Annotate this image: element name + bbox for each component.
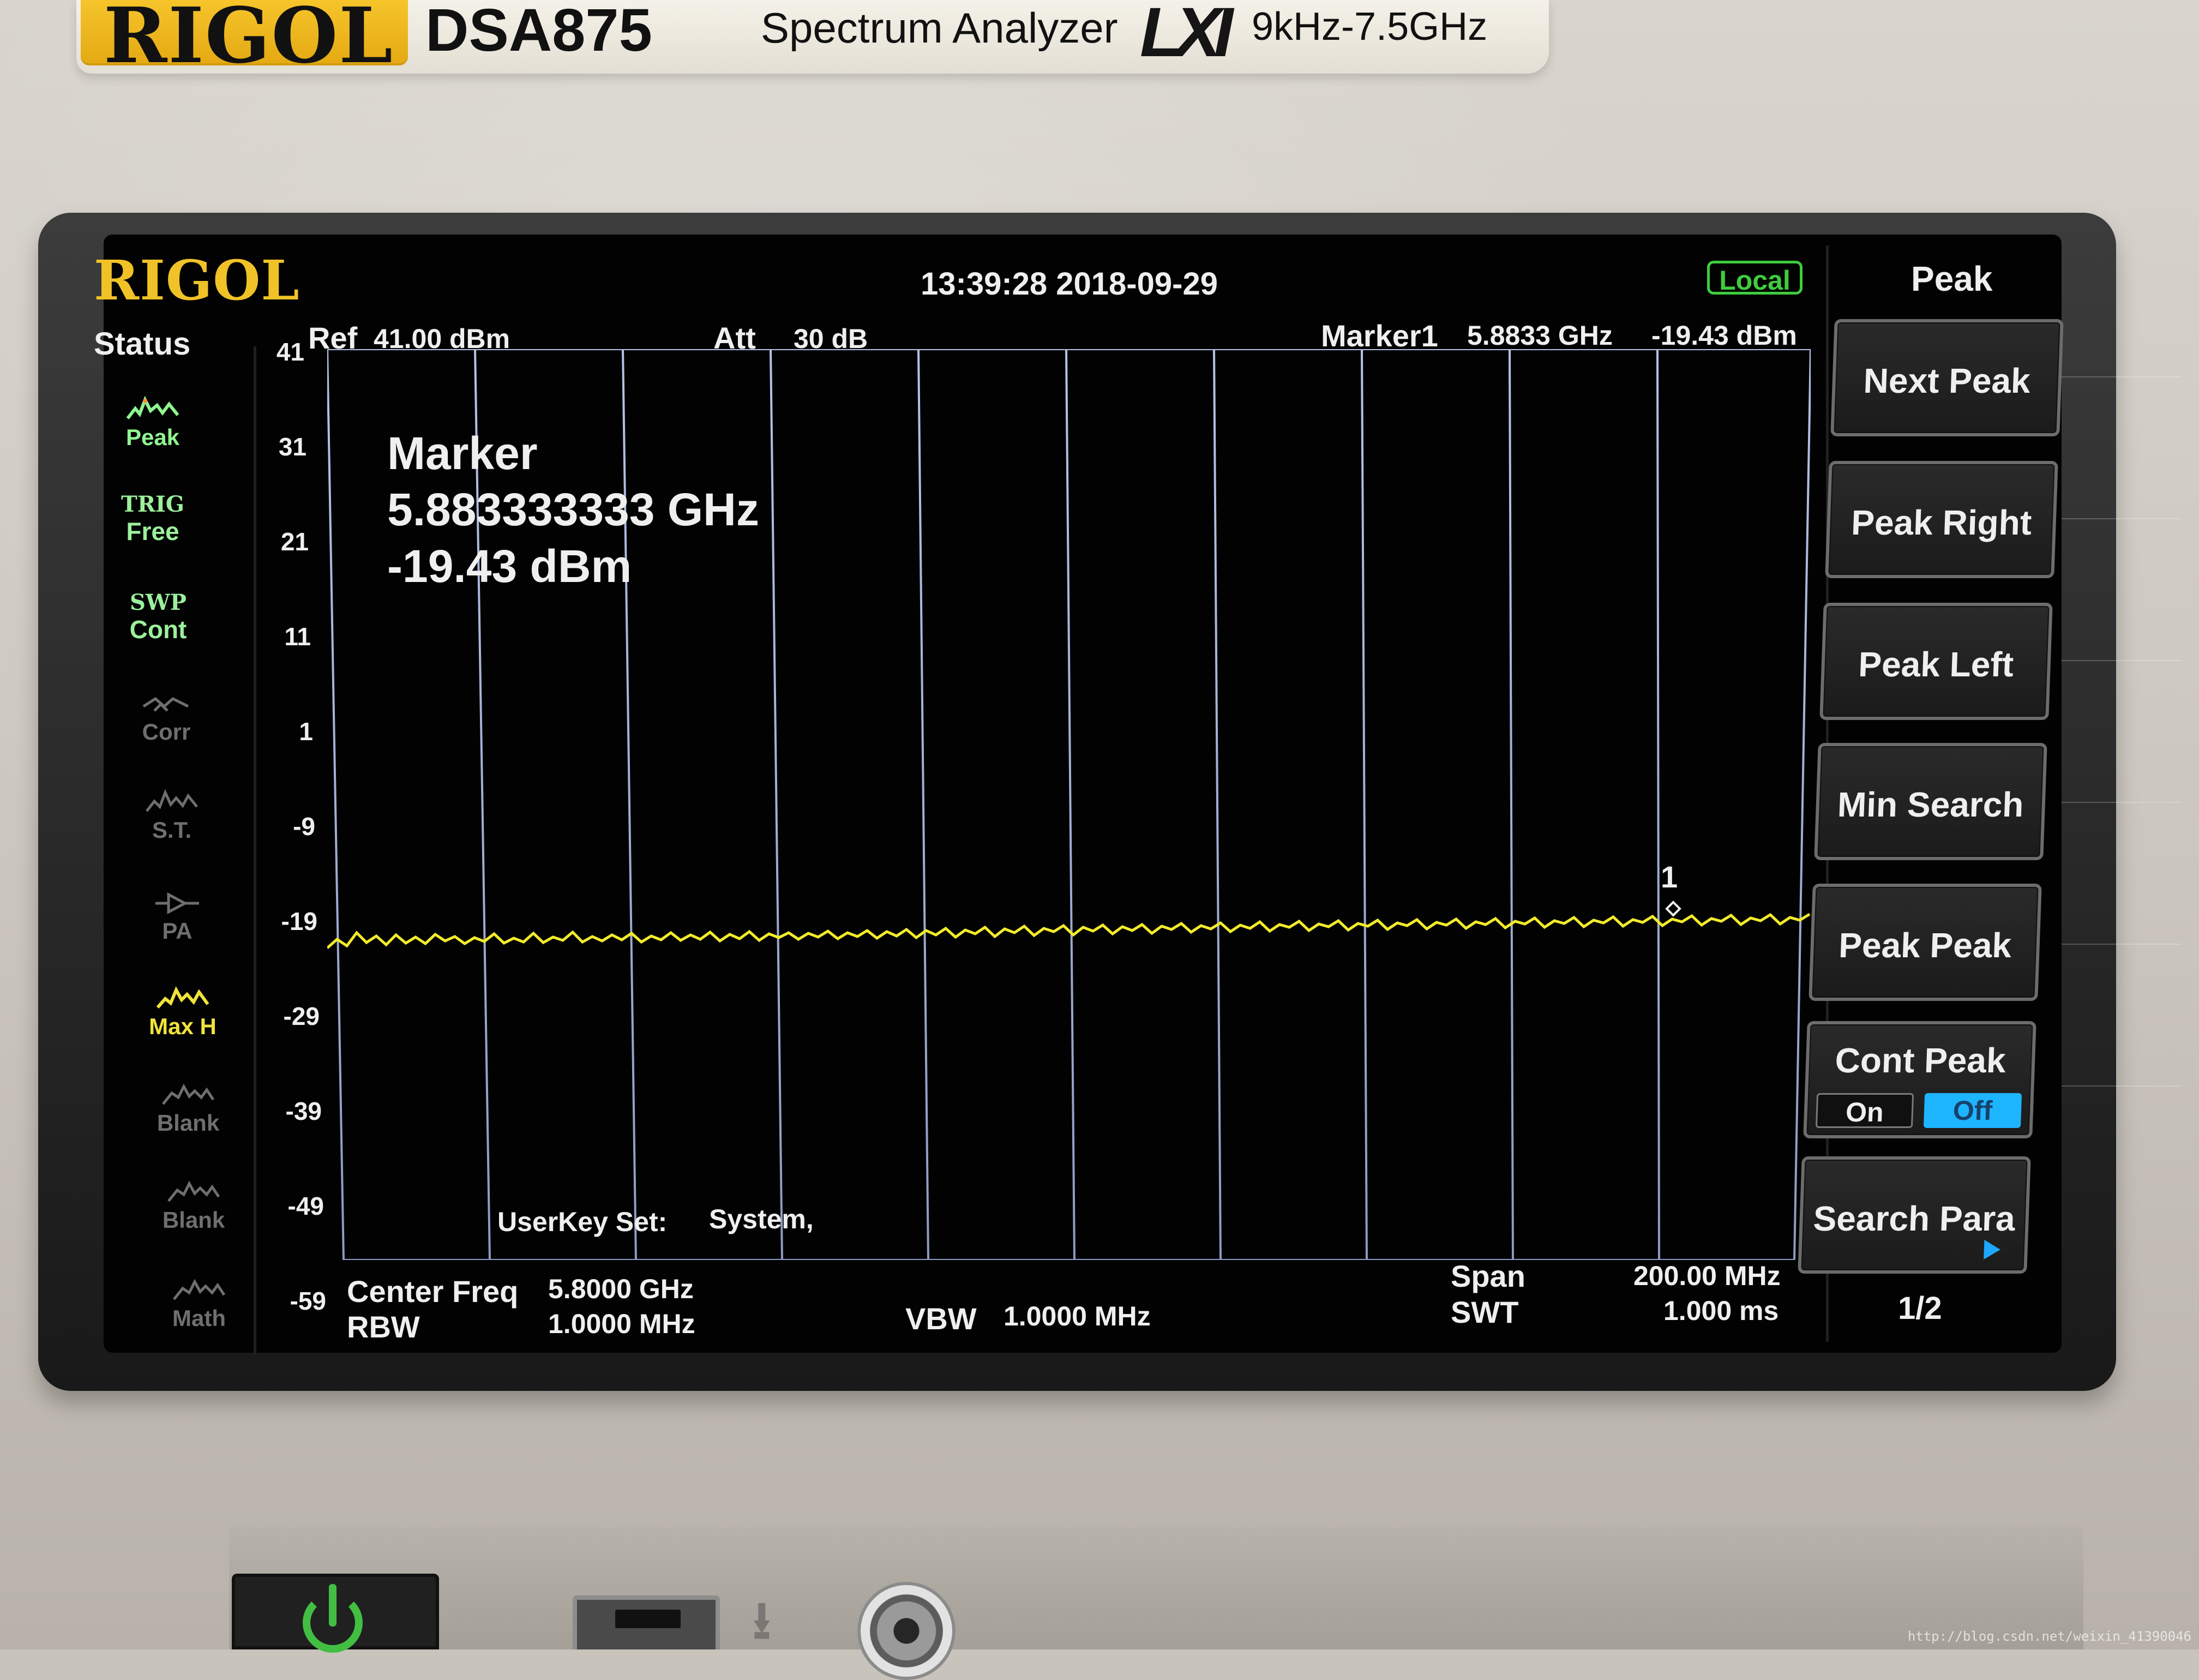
span-value: 200.00 MHz [1633,1261,1781,1291]
center-frequency-label: Center Freq [347,1274,519,1309]
usb-icon: ⭳ [753,1592,771,1650]
rbw-label: RBW [347,1310,420,1344]
device-brand: RIGOL [104,0,394,81]
timestamp: 13:39:28 2018-09-29 [921,266,1218,302]
marker-label: Marker1 [1321,319,1438,353]
correction-icon [142,697,189,712]
marker-readout-frequency: 5.883333333 GHz [387,484,759,536]
y-axis-label-41: 41 [276,338,304,366]
status-separator [254,346,256,1355]
y-axis-label-11: 11 [284,622,311,651]
right-arrow-icon [1984,1240,2001,1259]
spectrum-tracking-icon [146,789,198,812]
peak-right-button[interactable]: Peak Right [1825,461,2058,578]
menu-page-indicator: 1/2 [1898,1291,1942,1326]
marker-frequency-top: 5.8833 GHz [1467,320,1613,351]
status-preamp: PA [128,889,226,943]
next-peak-button[interactable]: Next Peak [1830,319,2064,436]
preamp-icon [155,892,199,915]
usb-port[interactable] [573,1595,720,1649]
cont-peak-toggle[interactable]: Cont Peak On Off [1803,1021,2036,1138]
math-icon [173,1279,226,1300]
device-type: Spectrum Analyzer [761,4,1118,52]
status-max-hold: Max H [134,985,232,1038]
marker-amplitude-top: -19.43 dBm [1651,320,1797,351]
marker-number: 1 [1661,860,1678,894]
status-peak: Peak [104,395,202,449]
y-axis-label-minus-49: -49 [287,1192,324,1220]
userkey-value: System, [709,1204,814,1234]
status-math: Math [150,1276,248,1330]
watermark-text: http://blog.csdn.net/weixin_41390046 [1907,1629,2191,1644]
swt-label: SWT [1451,1295,1519,1329]
marker-readout-title: Marker [387,428,538,479]
power-icon [303,1584,363,1653]
marker-readout-amplitude: -19.43 dBm [387,540,632,592]
peak-icon [126,395,179,419]
status-trigger: TRIG Free [121,491,184,545]
center-frequency-value: 5.8000 GHz [548,1274,694,1304]
vbw-label: VBW [905,1301,977,1336]
local-badge: Local [1707,261,1803,296]
vbw-value: 1.0000 MHz [1004,1301,1151,1331]
spectrum-trace [327,913,1811,949]
rbw-value: 1.0000 MHz [548,1309,695,1339]
front-panel-lower [229,1527,2083,1649]
headphone-jack[interactable] [857,1582,956,1680]
y-axis-label-minus-29: -29 [283,1002,320,1030]
cont-peak-on-option[interactable]: On [1815,1093,1914,1128]
y-axis-label-minus-9: -9 [293,812,315,841]
y-axis-label-31: 31 [278,433,307,461]
status-title: Status [94,326,191,362]
userkey-label: UserKey Set: [497,1207,668,1237]
att-value: 30 dB [794,323,868,354]
cont-peak-options: On Off [1807,1093,2030,1128]
device-housing: RIGOL DSA875 Spectrum Analyzer LXI 9kHz-… [0,0,2199,1680]
span-label: Span [1451,1259,1525,1293]
screen-glare [2062,305,2182,1205]
y-axis-label-21: 21 [280,527,309,556]
swt-value: 1.000 ms [1663,1295,1779,1326]
y-axis-label-minus-19: -19 [281,907,317,935]
y-axis-label-1: 1 [299,717,313,746]
device-model: DSA875 [425,0,652,64]
marker-readout: Marker 5.883333333 GHz -19.43 dBm [387,425,759,595]
screen-logo: RIGOL [94,248,300,313]
frequency-range: 9kHz-7.5GHz [1252,5,1488,49]
trace-blank-icon [167,1180,220,1202]
peak-peak-button[interactable]: Peak Peak [1809,884,2042,1001]
y-axis-label-minus-39: -39 [285,1097,322,1125]
status-spectrum-tracking: S.T. [123,788,221,842]
status-blank-2: Blank [145,1178,243,1232]
peak-left-button[interactable]: Peak Left [1819,603,2053,720]
status-correction: Corr [117,690,215,743]
status-blank-1: Blank [139,1081,237,1135]
ref-value: 41.00 dBm [374,323,510,354]
trace-blank-icon [162,1083,215,1105]
status-sweep: SWP Cont [129,590,187,644]
cont-peak-off-option[interactable]: Off [1923,1093,2022,1128]
max-hold-icon [156,986,209,1009]
marker-diamond [1665,901,1681,917]
y-axis-label-minus-59: -59 [290,1287,326,1315]
min-search-button[interactable]: Min Search [1814,743,2047,860]
lxi-logo: LXI [1140,0,1233,71]
search-parameters-button[interactable]: Search Para [1798,1156,2031,1274]
menu-title: Peak [1911,259,1993,298]
